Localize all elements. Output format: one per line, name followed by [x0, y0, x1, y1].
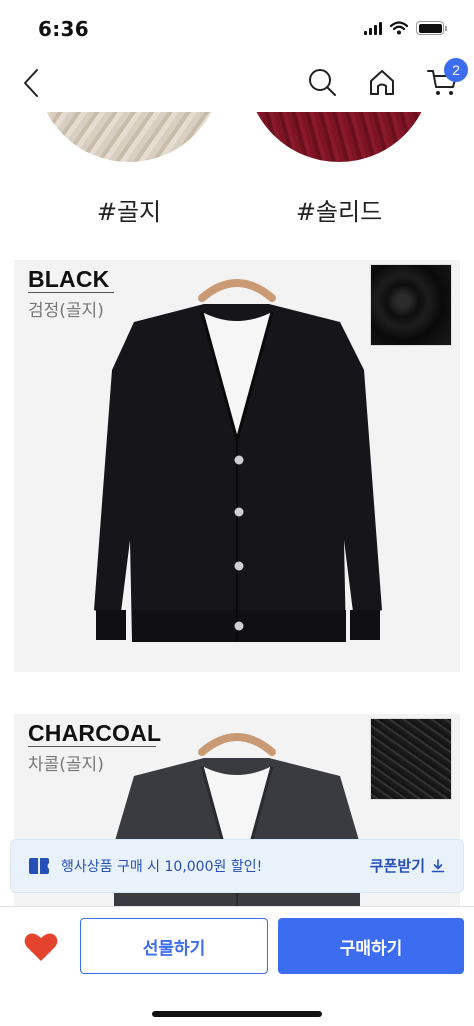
search-button[interactable]: [304, 64, 340, 100]
coupon-message: 행사상품 구매 시 10,000원 할인!: [61, 859, 263, 875]
color-name-ko-black: 검정(골지): [28, 301, 104, 321]
home-button[interactable]: [364, 64, 400, 100]
gift-button[interactable]: 선물하기: [80, 918, 268, 974]
search-icon: [309, 69, 336, 96]
color-name-ko-charcoal: 차콜(골지): [28, 755, 104, 775]
color-name-charcoal: CHARCOAL: [28, 720, 162, 746]
home-icon: [370, 70, 394, 95]
divider: [28, 292, 114, 293]
divider: [28, 746, 156, 747]
home-indicator[interactable]: [152, 1011, 322, 1017]
color-name-black: BLACK: [28, 266, 110, 292]
heart-icon: [24, 933, 58, 961]
status-icons: [364, 21, 447, 35]
back-button[interactable]: [16, 66, 46, 100]
chevron-left-icon: [24, 69, 38, 97]
texture-tag-solid: #솔리드: [295, 198, 383, 226]
bottom-action-bar: 선물하기 구매하기: [0, 906, 474, 1026]
fabric-closeup-charcoal: [370, 718, 452, 800]
coupon-icon: [29, 857, 51, 875]
texture-swatch-solid: [246, 112, 432, 162]
fabric-closeup-black: [370, 264, 452, 346]
coupon-banner[interactable]: 행사상품 구매 시 10,000원 할인! 쿠폰받기: [10, 839, 464, 893]
cart-count-badge: 2: [444, 58, 468, 82]
battery-icon: [416, 21, 447, 35]
product-detail-page: 6:36 2 #골지 #솔리드 BLACK 검정(골지) CHARCOAL 차콜…: [0, 0, 474, 1026]
buy-button[interactable]: 구매하기: [278, 918, 464, 974]
top-nav-bar: 2: [0, 58, 474, 112]
cellular-signal-icon: [364, 21, 382, 35]
get-coupon-label: 쿠폰받기: [369, 857, 425, 875]
download-icon: [431, 858, 445, 872]
wishlist-button[interactable]: [22, 929, 60, 965]
status-bar: 6:36: [0, 0, 474, 58]
texture-tag-ribbed: #골지: [96, 198, 162, 226]
get-coupon-button[interactable]: 쿠폰받기: [370, 855, 445, 876]
status-time: 6:36: [38, 17, 89, 41]
color-option-black: BLACK 검정(골지): [14, 260, 460, 672]
texture-swatch-ribbed: [36, 112, 222, 162]
product-detail-content[interactable]: #골지 #솔리드 BLACK 검정(골지) CHARCOAL 차콜(골지): [0, 112, 474, 906]
cart-button[interactable]: 2: [424, 58, 468, 100]
wifi-icon: [390, 21, 408, 35]
nav-actions: 2: [304, 58, 468, 100]
